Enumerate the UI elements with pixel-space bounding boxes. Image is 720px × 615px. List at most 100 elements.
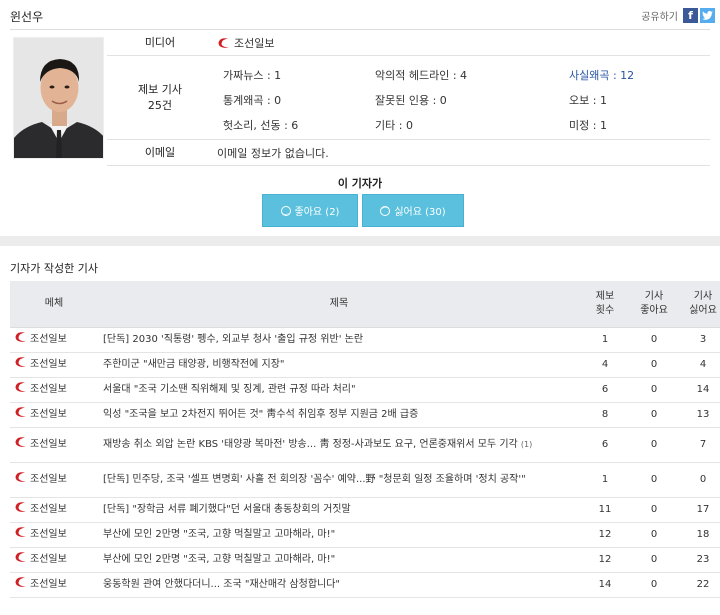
facebook-share-icon[interactable]: f bbox=[683, 8, 698, 23]
row-title-link[interactable]: [단독] "장학금 서류 폐기했다"던 서울대 총동창회의 거짓말 bbox=[103, 504, 351, 515]
row-title-link[interactable]: 재방송 취소 외압 논란 KBS '태양광 복마전' 방송... 靑 정정-사과… bbox=[103, 439, 518, 450]
row-title-link[interactable]: [단독] 2030 '직통령' 펭수, 외교부 청사 '출입 규정 위반' 논란 bbox=[103, 334, 363, 345]
row-media-link[interactable]: 조선일보 bbox=[14, 526, 98, 543]
articles-card: 기자가 작성한 기사 메체 제목 제보 횟수 기사 좋아요 기사 싫어요 조선일보 [단… bbox=[0, 246, 720, 615]
row-media-link[interactable]: 조선일보 bbox=[14, 551, 98, 568]
row-media-name: 조선일보 bbox=[30, 578, 67, 590]
row-reports: 6 bbox=[580, 427, 630, 463]
twitter-share-icon[interactable] bbox=[700, 8, 715, 23]
row-media-link[interactable]: 조선일보 bbox=[14, 356, 98, 373]
row-media[interactable]: 조선일보 bbox=[10, 427, 98, 463]
table-row[interactable]: 조선일보 주한미군 "새만금 태양광, 비행작전에 지장" 4 0 4 bbox=[10, 352, 720, 378]
row-likes: 0 bbox=[630, 377, 678, 403]
row-reports: 14 bbox=[580, 572, 630, 598]
row-title-link[interactable]: [단독] 민주당, 조국 '셀프 변명회' 사흘 전 회의장 '꼼수' 예약..… bbox=[103, 474, 526, 485]
row-title-link[interactable]: 부산에 모인 2만명 "조국, 고향 먹칠말고 고마해라, 마!" bbox=[103, 554, 335, 565]
row-media-link[interactable]: 조선일보 bbox=[14, 331, 98, 348]
row-title-cell[interactable]: [단독] "장학금 서류 폐기했다"던 서울대 총동창회의 거짓말 bbox=[98, 497, 580, 523]
row-reports: 12 bbox=[580, 547, 630, 573]
row-media-link[interactable]: 조선일보 bbox=[14, 406, 98, 423]
col-dislikes-line2: 싫어요 bbox=[689, 304, 717, 316]
media-link[interactable]: 조선일보 bbox=[217, 35, 274, 51]
dislike-button[interactable]: ⌒ 싫어요 (30) bbox=[362, 194, 464, 227]
table-row[interactable]: 조선일보 [단독] 2030 '직통령' 펭수, 외교부 청사 '출입 규정 위반… bbox=[10, 327, 720, 353]
row-media-name: 조선일보 bbox=[30, 528, 67, 540]
media-value: 조선일보 bbox=[217, 30, 274, 55]
report-stats: 가짜뉴스 : 1 악의적 헤드라인 : 4 사실왜곡 : 12 통계왜곡 : 0… bbox=[217, 56, 710, 139]
reports-label-text: 제보 기사 bbox=[138, 82, 182, 96]
row-title-cell[interactable]: 부산에 모인 2만명 "조국, 고향 먹칠말고 고마해라, 마!" bbox=[98, 547, 580, 573]
stat-malicious-headline: 악의적 헤드라인 : 4 bbox=[375, 69, 468, 82]
row-media-link[interactable]: 조선일보 bbox=[14, 576, 98, 593]
like-button[interactable]: ‿ 좋아요 (2) bbox=[262, 194, 358, 227]
row-likes: 0 bbox=[630, 497, 678, 523]
row-likes: 0 bbox=[630, 462, 678, 498]
row-media[interactable]: 조선일보 bbox=[10, 402, 98, 428]
row-media-link[interactable]: 조선일보 bbox=[14, 501, 98, 518]
table-row[interactable]: 조선일보 부산에 모인 2만명 "조국, 고향 먹칠말고 고마해라, 마!" 12 0… bbox=[10, 522, 720, 548]
table-row[interactable]: 조선일보 [단독] 민주당, 조국 '셀프 변명회' 사흘 전 회의장 '꼼수' … bbox=[10, 462, 720, 498]
row-reports: 1 bbox=[580, 327, 630, 353]
row-title-link[interactable]: 익성 "조국을 보고 2차전지 뛰어든 것" 靑수석 취임후 정부 지원금 2배… bbox=[103, 409, 418, 420]
col-reports-line1: 제보 bbox=[595, 290, 615, 302]
col-likes-line2: 좋아요 bbox=[640, 304, 668, 316]
row-comment-count: (1) bbox=[520, 439, 533, 449]
stat-undecided: 미정 : 1 bbox=[569, 119, 607, 132]
stat-statistics-distortion: 통계왜곡 : 0 bbox=[223, 94, 282, 107]
row-media-link[interactable]: 조선일보 bbox=[14, 381, 98, 398]
row-title-link[interactable]: 웅동학원 관여 안했다더니... 조국 "재산매각 삼청합니다" bbox=[103, 579, 340, 590]
chosun-logo-icon bbox=[14, 381, 28, 398]
row-media[interactable]: 조선일보 bbox=[10, 497, 98, 523]
row-dislikes: 4 bbox=[678, 352, 720, 378]
reports-label: 제보 기사 25건 bbox=[107, 56, 213, 139]
row-title-cell[interactable]: 익성 "조국을 보고 2차전지 뛰어든 것" 靑수석 취임후 정부 지원금 2배… bbox=[98, 402, 580, 428]
chosun-logo-icon bbox=[14, 356, 28, 373]
row-title-link[interactable]: 주한미군 "새만금 태양광, 비행작전에 지장" bbox=[103, 359, 285, 370]
row-title-cell[interactable]: 웅동학원 관여 안했다더니... 조국 "재산매각 삼청합니다" bbox=[98, 572, 580, 598]
row-title-cell[interactable]: [단독] 민주당, 조국 '셀프 변명회' 사흘 전 회의장 '꼼수' 예약..… bbox=[98, 462, 580, 498]
reports-row: 제보 기사 25건 가짜뉴스 : 1 악의적 헤드라인 : 4 사실왜곡 : 1… bbox=[107, 56, 710, 140]
row-dislikes: 13 bbox=[678, 402, 720, 428]
row-media[interactable]: 조선일보 bbox=[10, 547, 98, 573]
row-dislikes: 17 bbox=[678, 497, 720, 523]
row-title-cell[interactable]: 서울대 "조국 기소땐 직위해제 및 징계, 관련 규정 따라 처리" bbox=[98, 377, 580, 403]
row-media[interactable]: 조선일보 bbox=[10, 522, 98, 548]
row-media[interactable]: 조선일보 bbox=[10, 572, 98, 598]
row-reports: 8 bbox=[580, 402, 630, 428]
row-media[interactable]: 조선일보 bbox=[10, 377, 98, 403]
stat-fact-distortion: 사실왜곡 : 12 bbox=[569, 69, 635, 82]
row-media-name: 조선일보 bbox=[30, 383, 67, 395]
email-label: 이메일 bbox=[144, 145, 176, 159]
chosun-logo-icon bbox=[14, 331, 28, 348]
stat-wrong-quote: 잘못된 인용 : 0 bbox=[375, 94, 447, 107]
row-media-link[interactable]: 조선일보 bbox=[14, 471, 98, 488]
row-media-link[interactable]: 조선일보 bbox=[14, 436, 98, 453]
dislike-label: 싫어요 (30) bbox=[394, 207, 446, 218]
row-reports: 11 bbox=[580, 497, 630, 523]
row-dislikes: 18 bbox=[678, 522, 720, 548]
row-media[interactable]: 조선일보 bbox=[10, 462, 98, 498]
row-media[interactable]: 조선일보 bbox=[10, 327, 98, 353]
row-title-link[interactable]: 서울대 "조국 기소땐 직위해제 및 징계, 관련 규정 따라 처리" bbox=[103, 384, 356, 395]
table-row[interactable]: 조선일보 부산에 모인 2만명 "조국, 고향 먹칠말고 고마해라, 마!" 12 0… bbox=[10, 547, 720, 573]
table-row[interactable]: 조선일보 서울대 "조국 기소땐 직위해제 및 징계, 관련 규정 따라 처리" 6… bbox=[10, 377, 720, 403]
table-row[interactable]: 조선일보 웅동학원 관여 안했다더니... 조국 "재산매각 삼청합니다" 14 0 2… bbox=[10, 572, 720, 598]
row-likes: 0 bbox=[630, 547, 678, 573]
email-value: 이메일 정보가 없습니다. bbox=[217, 146, 329, 160]
row-media-name: 조선일보 bbox=[30, 408, 67, 420]
stat-other: 기타 : 0 bbox=[375, 119, 413, 132]
vote-title: 이 기자가 bbox=[337, 177, 383, 190]
row-title-cell[interactable]: 주한미군 "새만금 태양광, 비행작전에 지장" bbox=[98, 352, 580, 378]
row-title-link[interactable]: 부산에 모인 2만명 "조국, 고향 먹칠말고 고마해라, 마!" bbox=[103, 529, 335, 540]
row-likes: 0 bbox=[630, 327, 678, 353]
row-media[interactable]: 조선일보 bbox=[10, 352, 98, 378]
row-title-cell[interactable]: 부산에 모인 2만명 "조국, 고향 먹칠말고 고마해라, 마!" bbox=[98, 522, 580, 548]
table-row[interactable]: 조선일보 익성 "조국을 보고 2차전지 뛰어든 것" 靑수석 취임후 정부 지원… bbox=[10, 402, 720, 428]
table-row[interactable]: 조선일보 재방송 취소 외압 논란 KBS '태양광 복마전' 방송... 靑 정… bbox=[10, 427, 720, 463]
row-title-cell[interactable]: [단독] 2030 '직통령' 펭수, 외교부 청사 '출입 규정 위반' 논란 bbox=[98, 327, 580, 353]
table-row[interactable]: 조선일보 [단독] "장학금 서류 폐기했다"던 서울대 총동창회의 거짓말 11 0… bbox=[10, 497, 720, 523]
row-likes: 0 bbox=[630, 572, 678, 598]
row-reports: 1 bbox=[580, 462, 630, 498]
row-dislikes: 0 bbox=[678, 462, 720, 498]
row-title-cell[interactable]: 재방송 취소 외압 논란 KBS '태양광 복마전' 방송... 靑 정정-사과… bbox=[98, 427, 580, 463]
